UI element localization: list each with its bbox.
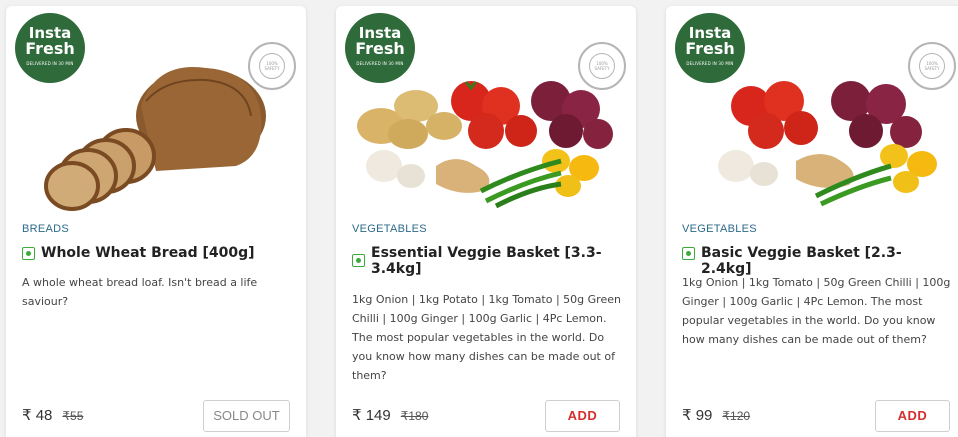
product-mrp: ₹120 <box>722 409 751 423</box>
product-mrp: ₹55 <box>62 409 84 423</box>
zero-contact-stamp: 100% SAFETY <box>578 42 626 90</box>
instafresh-logo: Insta Fresh DELIVERED IN 30 MIN <box>345 13 415 83</box>
product-image[interactable]: Insta Fresh DELIVERED IN 30 MIN 100% SAF… <box>336 6 636 211</box>
add-to-cart-button[interactable]: ADD <box>875 400 950 432</box>
product-title[interactable]: Whole Wheat Bread [400g] <box>41 245 255 261</box>
zero-contact-stamp: 100% SAFETY <box>908 42 956 90</box>
product-card[interactable]: Insta Fresh DELIVERED IN 30 MIN 100% SAF… <box>666 6 958 437</box>
add-to-cart-button[interactable]: ADD <box>545 400 620 432</box>
product-category: VEGETABLES <box>352 223 427 235</box>
veg-indicator-icon <box>352 254 365 267</box>
sold-out-button: SOLD OUT <box>203 400 290 432</box>
product-image[interactable]: Insta Fresh DELIVERED IN 30 MIN 100% SAF… <box>666 6 958 211</box>
zero-contact-stamp: 100% SAFETY <box>248 42 296 90</box>
instafresh-logo: Insta Fresh DELIVERED IN 30 MIN <box>15 13 85 83</box>
price-row: ₹ 149 ₹180 <box>352 406 428 424</box>
veg-indicator-icon <box>22 247 35 260</box>
product-card[interactable]: Insta Fresh DELIVERED IN 30 MIN 100% SAF… <box>336 6 636 437</box>
product-price: ₹ 99 <box>682 407 713 424</box>
product-price: ₹ 48 <box>22 407 53 424</box>
product-title-row[interactable]: Essential Veggie Basket [3.3-3.4kg] <box>352 245 622 277</box>
product-card[interactable]: Insta Fresh DELIVERED IN 30 MIN 100% SAF… <box>6 6 306 437</box>
veg-indicator-icon <box>682 247 695 260</box>
product-category: BREADS <box>22 223 70 235</box>
product-image[interactable]: Insta Fresh DELIVERED IN 30 MIN 100% SAF… <box>6 6 306 211</box>
product-description: A whole wheat bread loaf. Isn't bread a … <box>22 276 258 308</box>
product-mrp: ₹180 <box>400 409 429 423</box>
product-title-row[interactable]: Whole Wheat Bread [400g] <box>22 245 292 261</box>
instafresh-logo: Insta Fresh DELIVERED IN 30 MIN <box>675 13 745 83</box>
product-description: 1kg Onion | 1kg Potato | 1kg Tomato | 50… <box>352 293 621 382</box>
product-description: 1kg Onion | 1kg Tomato | 50g Green Chill… <box>682 276 951 346</box>
price-row: ₹ 99 ₹120 <box>682 406 750 424</box>
price-row: ₹ 48 ₹55 <box>22 406 83 424</box>
product-price: ₹ 149 <box>352 407 391 424</box>
product-title[interactable]: Essential Veggie Basket [3.3-3.4kg] <box>371 245 622 277</box>
product-category: VEGETABLES <box>682 223 757 235</box>
